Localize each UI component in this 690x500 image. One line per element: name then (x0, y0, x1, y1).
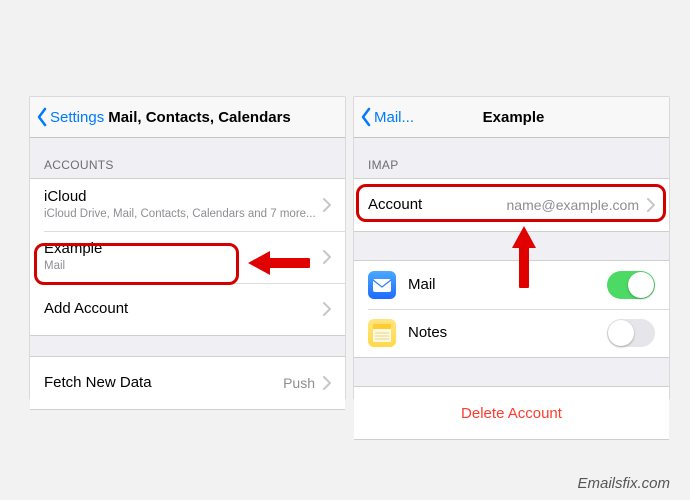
row-fetch-new-data[interactable]: Fetch New Data Push (30, 357, 345, 409)
chevron-right-icon (323, 302, 331, 316)
section-header-imap: IMAP (354, 138, 669, 178)
row-label: Fetch New Data (44, 374, 283, 392)
mail-toggle[interactable] (607, 271, 655, 299)
delete-account-button[interactable]: Delete Account (354, 387, 669, 439)
row-example[interactable]: Example Mail (30, 231, 345, 283)
row-label: Notes (408, 324, 607, 342)
notes-toggle[interactable] (607, 319, 655, 347)
row-mail-toggle: Mail (354, 261, 669, 309)
section-header-accounts: Accounts (30, 138, 345, 178)
back-button-mail[interactable]: Mail... (360, 107, 414, 127)
row-label: Example (44, 240, 323, 258)
chevron-left-icon (360, 107, 372, 127)
row-account[interactable]: Account name@example.com (354, 179, 669, 231)
row-detail: Push (283, 375, 315, 391)
fetch-group: Fetch New Data Push (30, 356, 345, 410)
services-group: Mail Notes (354, 260, 669, 358)
row-label: Add Account (44, 300, 323, 318)
row-notes-toggle: Notes (354, 309, 669, 357)
delete-account-label: Delete Account (461, 405, 562, 422)
chevron-left-icon (36, 107, 48, 127)
settings-pane-right: Mail... Example IMAP Account name@exampl… (353, 96, 670, 400)
row-sublabel: iCloud Drive, Mail, Contacts, Calendars … (44, 208, 323, 222)
row-sublabel: Mail (44, 260, 323, 274)
chevron-right-icon (323, 250, 331, 264)
row-icloud[interactable]: iCloud iCloud Drive, Mail, Contacts, Cal… (30, 179, 345, 231)
watermark: Emailsfix.com (577, 475, 670, 492)
chevron-right-icon (323, 376, 331, 390)
chevron-right-icon (647, 198, 655, 212)
mail-app-icon (368, 271, 396, 299)
imap-group: Account name@example.com (354, 178, 669, 232)
accounts-group: iCloud iCloud Drive, Mail, Contacts, Cal… (30, 178, 345, 336)
row-label: iCloud (44, 188, 323, 206)
back-button-settings[interactable]: Settings (36, 107, 104, 127)
navbar-right: Mail... Example (354, 97, 669, 138)
back-label: Mail... (374, 109, 414, 126)
delete-group: Delete Account (354, 386, 669, 440)
back-label: Settings (50, 109, 104, 126)
row-label: Mail (408, 276, 607, 294)
row-add-account[interactable]: Add Account (30, 283, 345, 335)
settings-pane-left: Settings Mail, Contacts, Calendars Accou… (29, 96, 346, 400)
navbar-left: Settings Mail, Contacts, Calendars (30, 97, 345, 138)
notes-app-icon (368, 319, 396, 347)
account-email-value: name@example.com (507, 197, 640, 213)
chevron-right-icon (323, 198, 331, 212)
row-label: Account (368, 196, 422, 214)
page-title-left: Mail, Contacts, Calendars (108, 109, 291, 126)
